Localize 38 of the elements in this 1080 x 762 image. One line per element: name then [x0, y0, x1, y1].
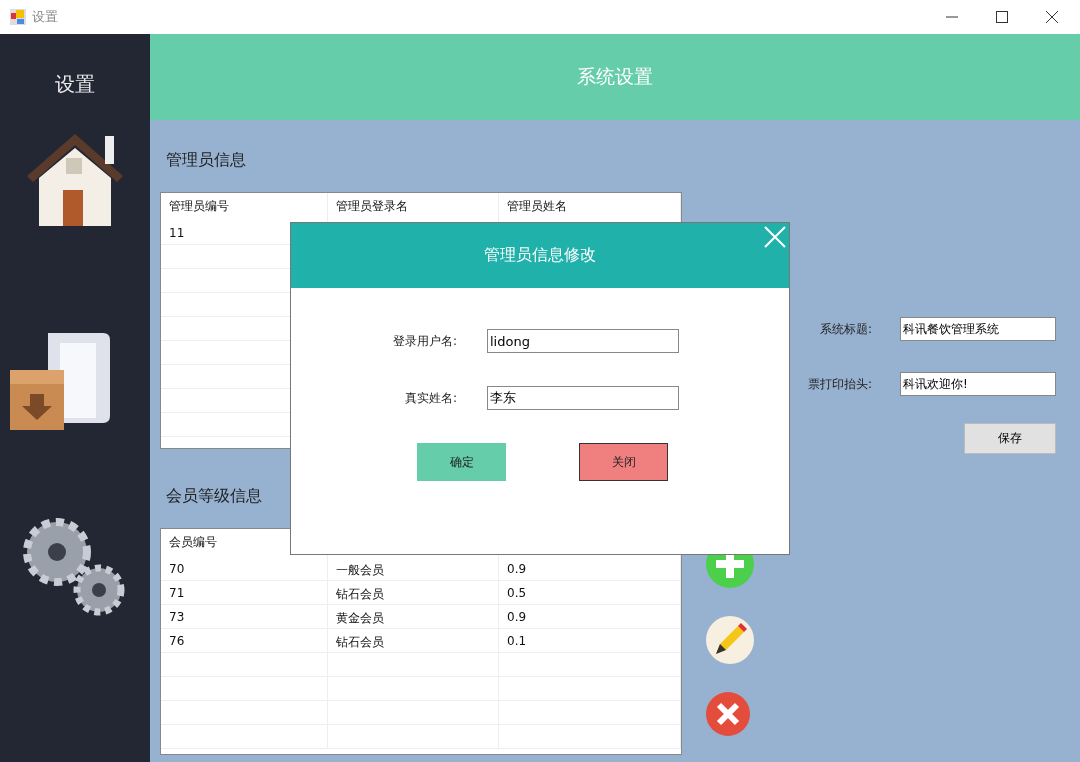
gears-icon[interactable] [23, 518, 127, 618]
maximize-icon[interactable] [996, 11, 1008, 23]
column-header: 管理员编号 [161, 193, 328, 221]
table-cell: 73 [161, 605, 328, 628]
dialog-title: 管理员信息修改 [484, 245, 596, 266]
text-field[interactable]: 科讯餐饮管理系统 [900, 317, 1056, 341]
text-field[interactable]: lidong [487, 329, 679, 353]
delete-icon[interactable] [706, 692, 750, 736]
table-cell: 钻石会员 [328, 629, 499, 652]
text-field[interactable]: 科讯欢迎你! [900, 372, 1056, 396]
table-cell: 0.5 [499, 581, 681, 604]
table-cell: 70 [161, 557, 328, 580]
table-cell: 0.9 [499, 605, 681, 628]
app-icon [10, 9, 26, 25]
table-cell: 钻石会员 [328, 581, 499, 604]
pencil-icon[interactable] [706, 616, 754, 664]
text-field[interactable]: 李东 [487, 386, 679, 410]
confirm-button[interactable]: 确定 [417, 443, 506, 481]
column-header: 管理员登录名 [328, 193, 499, 221]
field-label: 票打印抬头: [806, 375, 872, 393]
save-button[interactable]: 保存 [964, 423, 1056, 454]
field-label: 真实姓名: [403, 389, 457, 407]
field-label: 登录用户名: [391, 332, 457, 350]
table-cell: 黄金会员 [328, 605, 499, 628]
section-title: 管理员信息 [165, 150, 247, 171]
column-header: 管理员姓名 [499, 193, 681, 221]
close-button[interactable]: 关闭 [579, 443, 668, 481]
table-cell: 一般会员 [328, 557, 499, 580]
window-title: 设置 [32, 8, 58, 26]
field-label: 系统标题: [818, 320, 872, 338]
close-icon[interactable] [1046, 11, 1058, 23]
sidebar-title: 设置 [55, 71, 95, 98]
table-cell: 76 [161, 629, 328, 652]
section-title: 会员等级信息 [165, 486, 263, 507]
table-cell: 71 [161, 581, 328, 604]
table-cell: 0.9 [499, 557, 681, 580]
header-title: 系统设置 [577, 64, 653, 89]
table-cell: 0.1 [499, 629, 681, 652]
